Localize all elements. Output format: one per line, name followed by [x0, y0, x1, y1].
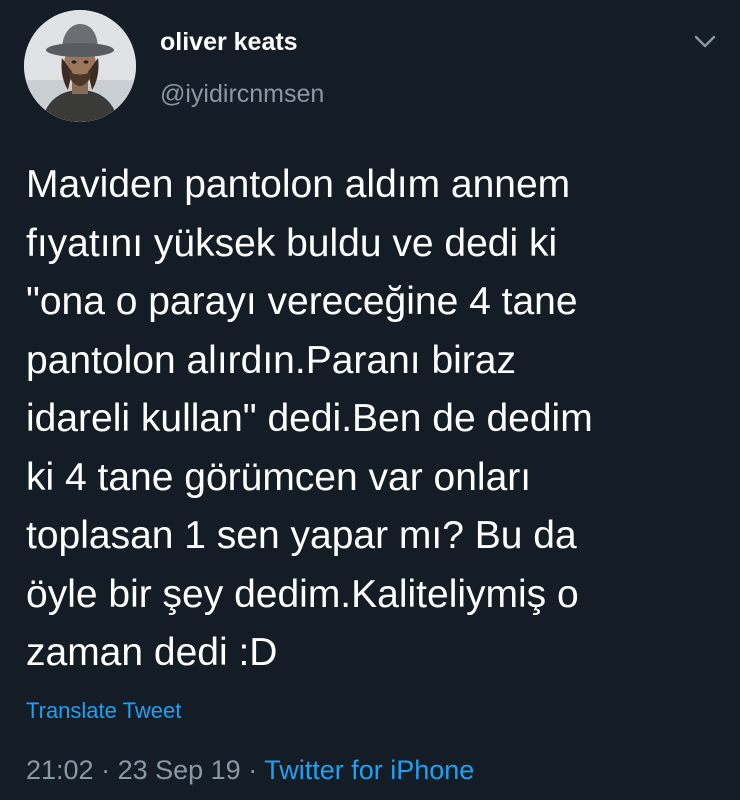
tweet-date: 23 Sep 19 [117, 755, 241, 785]
tweet-meta: 21:02 · 23 Sep 19 · Twitter for iPhone [26, 755, 474, 786]
translate-tweet-link[interactable]: Translate Tweet [26, 698, 181, 724]
user-display-name[interactable]: oliver keats [160, 28, 298, 57]
meta-separator: · [93, 755, 118, 785]
chevron-down-icon[interactable] [692, 28, 718, 54]
avatar[interactable] [24, 10, 136, 122]
tweet-text: Maviden pantolon aldım annem fıyatını yü… [26, 163, 593, 674]
meta-separator: · [240, 755, 265, 785]
tweet-source-link[interactable]: Twitter for iPhone [264, 755, 474, 785]
tweet-time: 21:02 [26, 755, 94, 785]
profile-photo [24, 10, 136, 122]
user-handle[interactable]: @iyidircnmsen [160, 80, 324, 109]
tweet-card: oliver keats @iyidircnmsen Maviden panto… [0, 0, 740, 800]
